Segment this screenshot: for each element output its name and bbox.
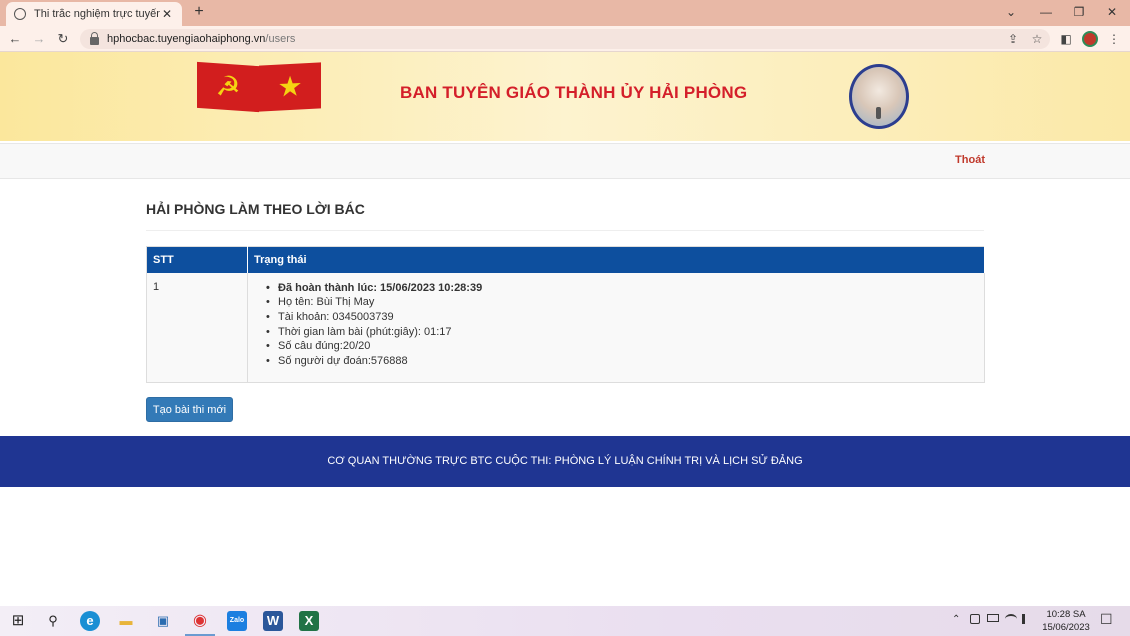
status-completed-at: Đã hoàn thành lúc: 15/06/2023 10:28:39 <box>266 281 978 296</box>
profile-avatar[interactable] <box>1082 31 1098 47</box>
site-banner: ☭ ★ BAN TUYÊN GIÁO THÀNH ỦY HẢI PHÒNG <box>0 52 1130 141</box>
status-duration: Thời gian làm bài (phút:giây): 01:17 <box>266 325 978 340</box>
address-bar[interactable]: hphocbac.tuyengiaohaiphong.vn /users <box>80 29 1050 49</box>
column-header-status: Trạng thái <box>247 246 985 273</box>
globe-icon <box>14 8 26 20</box>
minimize-button[interactable]: — <box>1031 2 1061 22</box>
hammer-sickle-icon: ☭ <box>215 70 241 103</box>
national-flag-image: ★ <box>259 62 321 112</box>
portrait-image <box>849 64 909 129</box>
browser-tab-bar: Thi trắc nghiệm trực tuyến - ✕ + ⌄ — ❐ ✕ <box>0 0 1130 26</box>
logout-link[interactable]: Thoát <box>955 154 985 166</box>
status-list: Đã hoàn thành lúc: 15/06/2023 10:28:39 H… <box>254 281 978 369</box>
zalo-icon[interactable]: Zalo <box>227 611 247 631</box>
page-title: HẢI PHÒNG LÀM THEO LỜI BÁC <box>146 201 365 217</box>
party-flag-image: ☭ <box>197 61 259 113</box>
edge-icon[interactable]: e <box>80 611 100 631</box>
url-host: hphocbac.tuyengiaohaiphong.vn <box>107 33 266 45</box>
share-icon[interactable]: ⇪ <box>1005 31 1021 47</box>
wifi-icon[interactable] <box>1005 614 1017 624</box>
notification-icon[interactable]: ☐ <box>1100 611 1113 628</box>
browser-tab[interactable]: Thi trắc nghiệm trực tuyến - ✕ <box>6 2 182 26</box>
results-table: STT Trạng thái 1 Đã hoàn thành lúc: 15/0… <box>146 246 985 383</box>
status-full-name: Họ tên: Bùi Thị May <box>266 295 978 310</box>
new-tab-button[interactable]: + <box>190 3 208 21</box>
table-header-row: STT Trạng thái <box>146 246 985 273</box>
windows-start-icon[interactable]: ⊞ <box>8 611 28 631</box>
forward-button[interactable]: → <box>30 30 48 48</box>
divider <box>146 230 984 231</box>
status-prediction: Số người dự đoán:576888 <box>266 354 978 369</box>
site-navbar: Thoát <box>0 143 1130 179</box>
cell-status: Đã hoàn thành lúc: 15/06/2023 10:28:39 H… <box>247 272 985 383</box>
reload-button[interactable]: ↻ <box>54 30 72 48</box>
browser-menu-icon[interactable]: ⋮ <box>1106 31 1122 47</box>
clock-time: 10:28 SA <box>1046 609 1086 620</box>
chrome-icon[interactable]: ◉ <box>190 611 210 631</box>
status-correct-answers: Số câu đúng:20/20 <box>266 339 978 354</box>
create-new-test-button[interactable]: Tạo bài thi mới <box>146 397 233 422</box>
usb-device-icon[interactable] <box>970 614 980 624</box>
restore-button[interactable]: ❐ <box>1064 2 1094 22</box>
cell-stt: 1 <box>146 272 248 383</box>
table-row: 1 Đã hoàn thành lúc: 15/06/2023 10:28:39… <box>146 272 985 383</box>
browser-toolbar: ← → ↻ hphocbac.tuyengiaohaiphong.vn /use… <box>0 26 1130 52</box>
status-account: Tài khoản: 0345003739 <box>266 310 978 325</box>
lock-icon <box>90 32 99 45</box>
show-hidden-icons-icon[interactable]: ⌃ <box>952 614 960 625</box>
column-header-stt: STT <box>146 246 248 273</box>
clock-date: 15/06/2023 <box>1042 622 1090 633</box>
close-tab-icon[interactable]: ✕ <box>160 7 174 21</box>
side-panel-icon[interactable]: ◧ <box>1058 31 1074 47</box>
taskbar-clock[interactable]: 10:28 SA 15/06/2023 <box>1040 608 1092 634</box>
bookmark-star-icon[interactable]: ☆ <box>1029 31 1045 47</box>
star-icon: ★ <box>277 70 303 103</box>
url-path: /users <box>265 33 296 45</box>
store-icon[interactable]: ▣ <box>153 611 173 631</box>
volume-muted-icon[interactable] <box>1022 614 1032 624</box>
excel-icon[interactable]: X <box>299 611 319 631</box>
file-explorer-icon[interactable]: ▬ <box>116 611 136 631</box>
tab-title: Thi trắc nghiệm trực tuyến - <box>34 8 160 20</box>
close-window-button[interactable]: ✕ <box>1097 2 1127 22</box>
search-icon[interactable]: ⚲ <box>43 611 63 631</box>
battery-icon[interactable] <box>987 614 999 622</box>
site-footer: CƠ QUAN THƯỜNG TRỰC BTC CUỘC THI: PHÒNG … <box>0 436 1130 487</box>
windows-taskbar: ⊞ ⚲ e ▬ ▣ ◉ Zalo W X ⌃ 10:28 SA 15/06/20… <box>0 606 1130 636</box>
back-button[interactable]: ← <box>6 30 24 48</box>
banner-title: BAN TUYÊN GIÁO THÀNH ỦY HẢI PHÒNG <box>400 83 748 102</box>
tab-search-button[interactable]: ⌄ <box>996 2 1026 22</box>
word-icon[interactable]: W <box>263 611 283 631</box>
